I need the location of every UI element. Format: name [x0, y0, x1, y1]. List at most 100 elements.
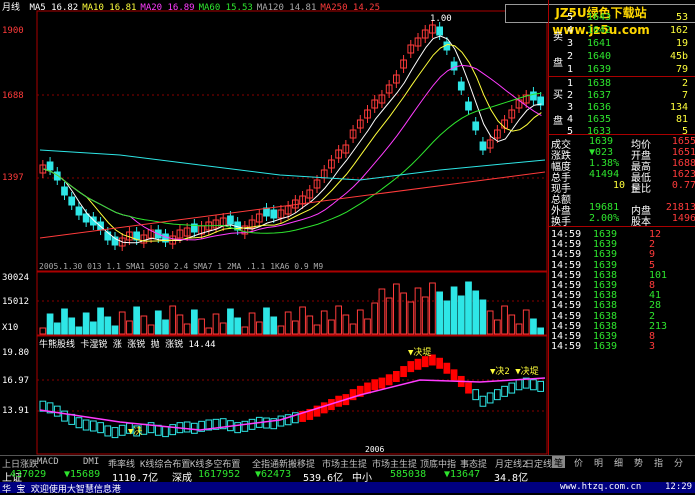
stat-row: 换手 2.00% 股本 1496 — [549, 213, 695, 228]
bid-level: 4 — [567, 114, 574, 125]
volume-bar — [407, 301, 415, 335]
ma-legend-item: MA60 15.53 — [198, 3, 253, 13]
candle-body — [227, 215, 234, 225]
volume-bar — [147, 324, 155, 335]
year-label: 2006 — [365, 445, 385, 454]
bid-level: 2 — [567, 90, 574, 101]
volume-bar — [306, 315, 314, 335]
ticker-item: ▼13647 — [444, 469, 481, 480]
candle-body — [530, 91, 537, 101]
candle-body — [479, 141, 487, 151]
volume-bar — [46, 313, 54, 335]
volume-bar — [263, 307, 270, 335]
stat-row: 幅度 1.38% 最高 1688 — [549, 158, 695, 173]
candle-body — [46, 161, 54, 171]
indicator-bar — [407, 361, 415, 373]
volume-bar — [140, 315, 148, 335]
indicator-bar — [263, 417, 270, 429]
volume-bar — [313, 324, 321, 335]
indicator-bar — [414, 358, 422, 370]
ask-level: 4 — [567, 25, 574, 36]
volume-bar — [198, 318, 205, 335]
volume-tick-high: 30024 — [2, 273, 30, 283]
indicator-bar — [104, 425, 112, 437]
indicator-bar — [162, 426, 169, 438]
bid-volume: 134 — [669, 102, 688, 113]
volume-bar — [104, 316, 112, 335]
trade-row[interactable]: 14:59 1639 3 — [549, 341, 695, 352]
bid-price: 1637 — [587, 90, 612, 101]
bid-price: 1635 — [587, 114, 612, 125]
indicator-bar — [421, 356, 429, 368]
stat-value-2: 21813 — [665, 202, 695, 213]
volume-bar — [479, 299, 487, 335]
indicator-bar — [234, 422, 242, 434]
status-url: www.htzq.com.cn — [560, 482, 642, 492]
ask-volume: 19 — [675, 38, 688, 49]
volume-bar — [183, 323, 191, 335]
bid-level: 1 — [567, 78, 574, 89]
ask-row: 3 1641 19 — [549, 38, 695, 49]
indicator-bar — [68, 413, 76, 425]
stat-value: 1.38% — [589, 158, 620, 169]
indicator-bar — [450, 369, 458, 381]
price-tick-high: 1900 — [2, 26, 24, 36]
indicator-bar — [436, 357, 443, 369]
candle-body — [53, 171, 61, 181]
volume-bar — [465, 281, 472, 335]
moving-average-line — [43, 92, 542, 234]
volume-bar — [320, 310, 328, 335]
volume-bar — [234, 317, 242, 335]
volume-bar — [219, 322, 227, 335]
indicator-bar — [472, 389, 480, 401]
indicator-bar — [537, 380, 544, 392]
status-bar: 华 宝 欢迎使用大智慧信息港 www.htzq.com.cn 12:29 — [0, 482, 695, 495]
ask-row: 1 1639 79 — [549, 64, 695, 75]
price-tick-low: 1397 — [2, 173, 24, 183]
volume-bar — [515, 323, 523, 335]
indicator-bar — [241, 420, 249, 432]
indicator-bar — [400, 366, 407, 378]
candle-body — [270, 209, 278, 219]
indicator-tab[interactable]: DMI — [83, 457, 99, 467]
index-ticker: 上证 437029 ▼15689 1110.7亿 深成 1617952 ▼62473 539.… — [0, 468, 695, 484]
ask-price: 1642 — [587, 25, 612, 36]
stat-value: 1639 — [589, 136, 614, 147]
bid-row: 3 1636 134 — [549, 102, 695, 113]
indicator-tab[interactable]: MACD — [37, 457, 59, 467]
indicator-bar — [479, 395, 487, 407]
signal-label-1: ▼决堤 — [408, 348, 432, 358]
stat-value-2: 1651 — [671, 147, 695, 158]
status-time: 12:29 — [665, 482, 693, 492]
indicator-bar — [111, 427, 119, 439]
volume-bar — [118, 311, 126, 335]
stat-value-2: 1655 — [671, 136, 695, 147]
indicator-bar — [90, 420, 97, 432]
ask-row: 5 1643 53 — [549, 12, 695, 23]
volume-bar — [537, 327, 544, 335]
indicator-bar — [97, 422, 104, 434]
indicator-bar — [82, 419, 90, 431]
volume-bar — [176, 314, 184, 335]
volume-bar — [364, 318, 371, 335]
volume-bar — [255, 321, 263, 335]
volume-bar — [212, 313, 220, 335]
stat-row: 外盘 19681 内盘 21813 — [549, 202, 695, 217]
ask-row: 2 1640 45b — [549, 51, 695, 62]
volume-bar — [61, 308, 68, 335]
ask-price: 1640 — [587, 51, 612, 62]
volume-bar — [385, 297, 393, 335]
ask-row: 4 1642 162 — [549, 25, 695, 36]
indicator-bar — [191, 422, 198, 434]
kline-chart[interactable] — [0, 0, 548, 455]
moving-average-line — [43, 43, 542, 242]
candle-body — [436, 26, 443, 36]
stat-value: 19681 — [589, 202, 620, 213]
stat-value: ▼023 — [589, 147, 614, 158]
volume-bar — [191, 309, 198, 335]
kline-chart-area[interactable]: 月线 MA5 16.82 MA10 16.81 MA20 16.89 MA60 15.… — [0, 0, 548, 455]
signal-label-2: ▼决2 ▼决堤 — [490, 367, 539, 377]
volume-bar — [356, 309, 364, 335]
indicator-bar — [169, 424, 177, 436]
volume-bar — [97, 307, 104, 335]
